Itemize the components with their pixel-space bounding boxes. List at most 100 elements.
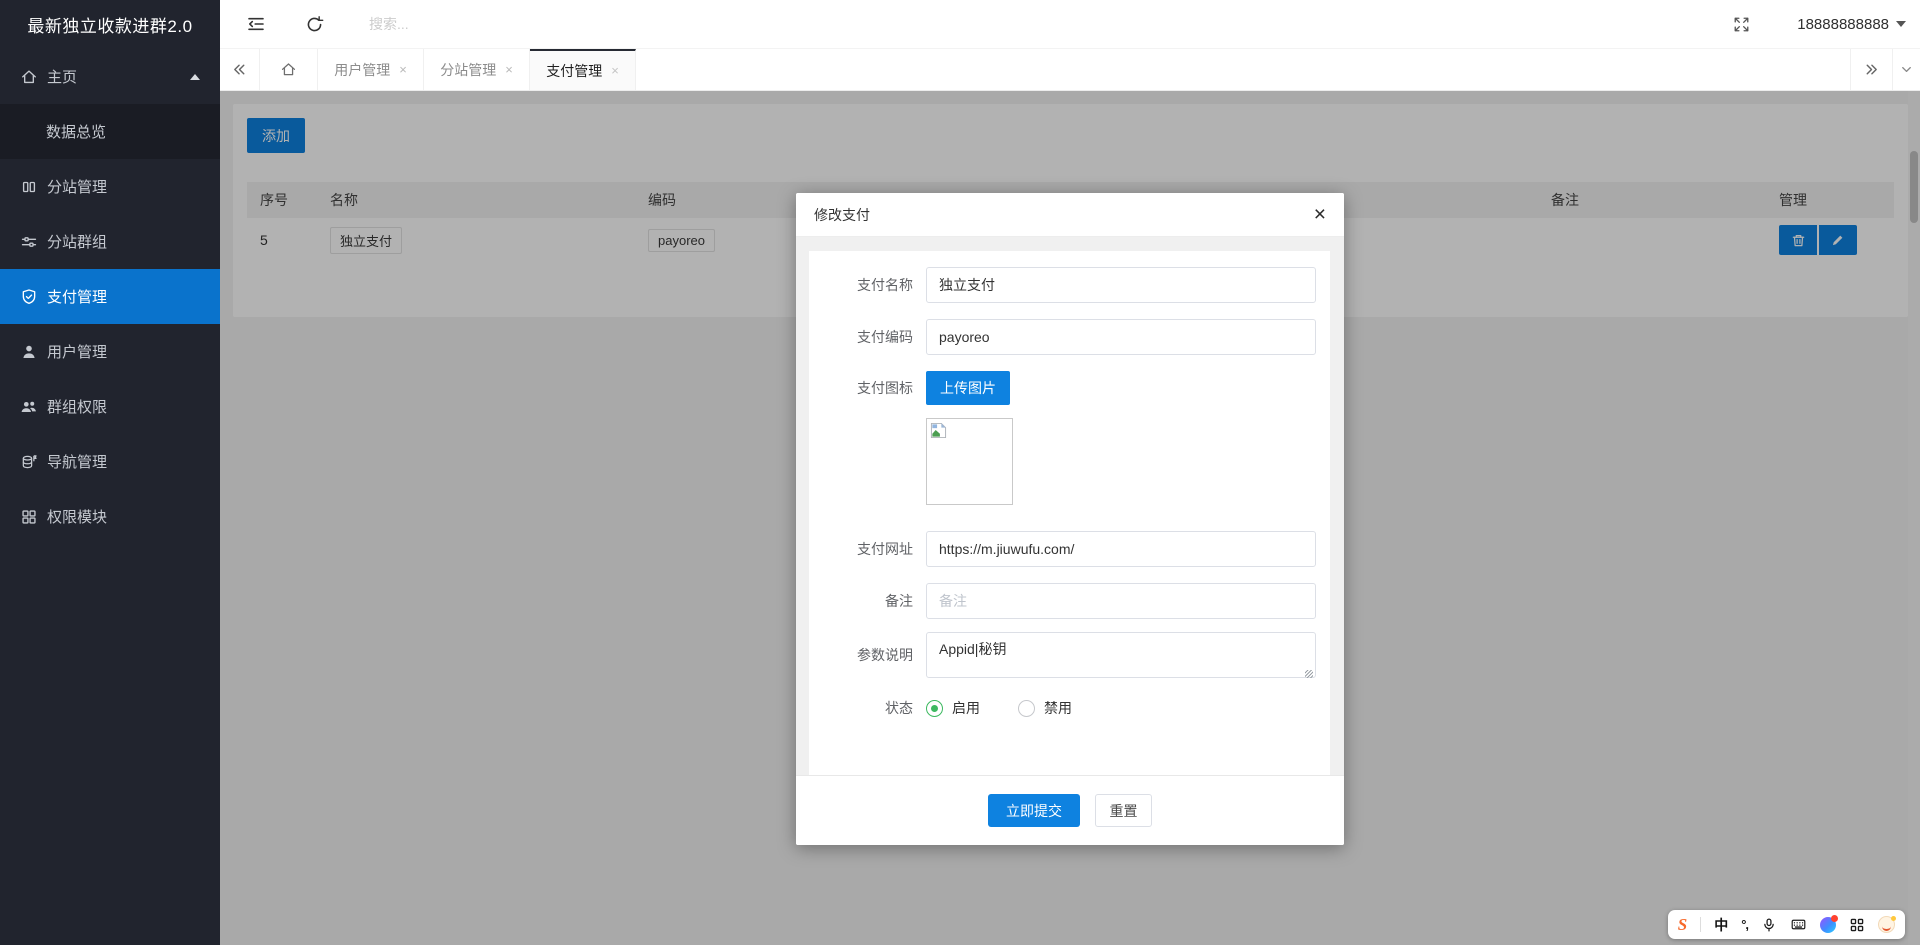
close-icon[interactable]: × — [611, 64, 619, 77]
search-input[interactable] — [369, 16, 649, 32]
user-icon — [20, 343, 38, 361]
radio-icon — [1018, 700, 1035, 717]
microphone-icon[interactable] — [1761, 916, 1777, 934]
app-title: 最新独立收款进群2.0 — [0, 0, 220, 49]
tab-user-manage[interactable]: 用户管理 × — [318, 49, 424, 90]
field-label: 状态 — [809, 698, 926, 718]
content-area: 添加 序号 名称 编码 备注 管理 5 独立支付 payoreo — [220, 91, 1920, 945]
modules-grid-icon — [20, 508, 38, 526]
sidebar-item-label: 权限模块 — [47, 506, 107, 527]
account-phone: 18888888888 — [1797, 16, 1889, 33]
columns-icon — [20, 178, 38, 196]
submit-button[interactable]: 立即提交 — [988, 794, 1080, 827]
tab-substation-manage[interactable]: 分站管理 × — [424, 49, 530, 90]
ime-divider — [1700, 917, 1701, 932]
menu-fold-icon[interactable] — [246, 14, 266, 34]
status-enabled-radio[interactable]: 启用 — [926, 698, 980, 718]
caret-up-icon — [190, 74, 200, 80]
upload-image-button[interactable]: 上传图片 — [926, 371, 1010, 405]
field-label: 支付编码 — [809, 319, 926, 355]
tab-bar: 用户管理 × 分站管理 × 支付管理 × — [220, 49, 1920, 91]
edit-payment-modal: 修改支付 × 支付名称 支付编码 支付图标 — [796, 193, 1344, 845]
tabs-scroll-right-button[interactable] — [1850, 49, 1892, 90]
toolbox-grid-icon[interactable] — [1849, 916, 1865, 934]
tab-label: 支付管理 — [546, 61, 602, 81]
sidebar-item-permission-module[interactable]: 权限模块 — [0, 489, 220, 544]
sidebar-item-nav-manage[interactable]: 导航管理 — [0, 434, 220, 489]
account-dropdown[interactable]: 18888888888 — [1797, 16, 1906, 33]
status-disabled-radio[interactable]: 禁用 — [1018, 698, 1072, 718]
stack-flag-icon — [20, 453, 38, 471]
field-params: 参数说明 Appid|秘钥 — [809, 632, 1316, 683]
payment-name-input[interactable] — [926, 267, 1316, 303]
field-payment-url: 支付网址 — [809, 531, 1316, 567]
sidebar-item-data-overview[interactable]: 数据总览 — [0, 104, 220, 159]
radio-label: 启用 — [952, 698, 980, 718]
field-payment-code: 支付编码 — [809, 319, 1316, 355]
field-label: 支付网址 — [809, 531, 926, 567]
tab-home-button[interactable] — [260, 49, 318, 90]
field-payment-icon: 支付图标 上传图片 — [809, 371, 1316, 405]
modal-form-panel: 支付名称 支付编码 支付图标 上传图片 — [809, 251, 1330, 775]
emoji-icon[interactable] — [1878, 916, 1895, 933]
fullscreen-icon[interactable] — [1731, 14, 1751, 34]
tabs-scroll-left-button[interactable] — [220, 49, 260, 90]
sidebar-item-label: 导航管理 — [47, 451, 107, 472]
payment-url-input[interactable] — [926, 531, 1316, 567]
sidebar-item-user-manage[interactable]: 用户管理 — [0, 324, 220, 379]
shield-check-icon — [20, 288, 38, 306]
refresh-icon[interactable] — [304, 14, 324, 34]
tab-label: 用户管理 — [334, 60, 390, 80]
field-remark: 备注 — [809, 583, 1316, 619]
payment-code-input[interactable] — [926, 319, 1316, 355]
radio-icon — [926, 700, 943, 717]
sidebar-item-label: 群组权限 — [47, 396, 107, 417]
field-label: 参数说明 — [809, 632, 926, 683]
users-icon — [20, 398, 38, 416]
field-label: 支付名称 — [809, 267, 926, 303]
icon-preview-box — [926, 418, 1013, 505]
sidebar-item-label: 数据总览 — [46, 121, 106, 142]
field-label: 备注 — [809, 583, 926, 619]
sidebar-item-home[interactable]: 主页 — [0, 49, 220, 104]
close-icon[interactable]: × — [1314, 204, 1326, 225]
resize-grip-icon[interactable] — [1305, 670, 1313, 678]
icon-preview-row — [926, 418, 1316, 505]
reset-button[interactable]: 重置 — [1095, 794, 1152, 827]
field-label: 支付图标 — [809, 371, 926, 405]
sidebar-item-group-permission[interactable]: 群组权限 — [0, 379, 220, 434]
sidebar-item-label: 支付管理 — [47, 286, 107, 307]
punctuation-icon[interactable]: °, — [1741, 916, 1748, 934]
caret-down-icon — [1896, 21, 1906, 27]
field-payment-name: 支付名称 — [809, 267, 1316, 303]
field-status: 状态 启用 禁用 — [809, 698, 1316, 718]
modal-title: 修改支付 — [814, 205, 870, 225]
sidebar-menu: 主页 数据总览 分站管理 分站群组 — [0, 49, 220, 544]
sidebar-item-label: 分站管理 — [47, 176, 107, 197]
sidebar-item-payment-manage[interactable]: 支付管理 — [0, 269, 220, 324]
modal-header: 修改支付 × — [796, 193, 1344, 237]
sidebar-item-label: 分站群组 — [47, 231, 107, 252]
modal-body: 支付名称 支付编码 支付图标 上传图片 — [796, 237, 1344, 775]
skin-palette-icon[interactable] — [1820, 917, 1836, 933]
close-icon[interactable]: × — [505, 63, 513, 76]
sidebar-item-label: 用户管理 — [47, 341, 107, 362]
tab-payment-manage[interactable]: 支付管理 × — [530, 49, 636, 90]
sliders-icon — [20, 233, 38, 251]
sidebar-item-substation-group[interactable]: 分站群组 — [0, 214, 220, 269]
broken-image-icon — [930, 422, 947, 439]
tabbar-right-controls — [1850, 49, 1920, 90]
chinese-mode-icon[interactable]: 中 — [1714, 916, 1728, 934]
sidebar-item-substation-manage[interactable]: 分站管理 — [0, 159, 220, 214]
admin-app: 最新独立收款进群2.0 主页 数据总览 分站管理 — [0, 0, 1920, 945]
remark-input[interactable] — [926, 583, 1316, 619]
ime-toolbar: S 中 °, — [1668, 910, 1905, 939]
keyboard-icon[interactable] — [1790, 916, 1807, 934]
home-icon — [20, 68, 38, 86]
close-icon[interactable]: × — [399, 63, 407, 76]
tab-label: 分站管理 — [440, 60, 496, 80]
sidebar: 最新独立收款进群2.0 主页 数据总览 分站管理 — [0, 0, 220, 945]
sogou-logo-icon[interactable]: S — [1678, 916, 1687, 934]
tabs-menu-button[interactable] — [1892, 49, 1920, 90]
params-textarea[interactable]: Appid|秘钥 — [926, 632, 1316, 678]
